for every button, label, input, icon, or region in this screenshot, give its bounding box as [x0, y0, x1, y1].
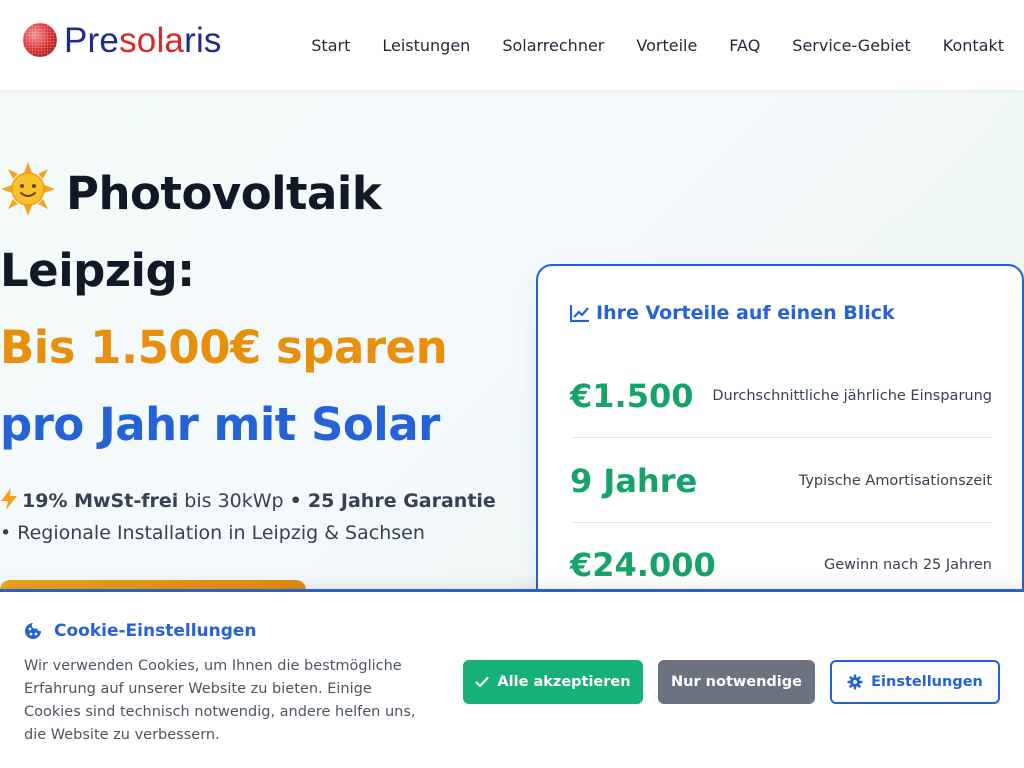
logo-sphere-icon	[23, 23, 57, 57]
stat-label: Durchschnittliche jährliche Einsparung	[712, 387, 992, 404]
site-header: Presolaris Start Leistungen Solarrechner…	[0, 0, 1024, 90]
cookie-icon	[25, 623, 41, 639]
stat-label: Gewinn nach 25 Jahren	[823, 557, 992, 573]
gear-icon	[847, 674, 863, 690]
hero-title-line-2: Leipzig:	[0, 244, 195, 297]
cookie-title: Cookie-Einstellungen	[24, 621, 257, 641]
sun-face-icon	[1, 162, 55, 216]
garantie-highlight: 25 Jahre Garantie	[307, 490, 496, 512]
stat-label: Typische Amortisationszeit	[798, 472, 992, 489]
hero-title-line-1: Photovoltaik	[0, 155, 520, 232]
stat-value: €1.500	[570, 376, 694, 415]
region-text: • Regionale Installation in Leipzig & Sa…	[0, 522, 425, 544]
lightning-bolt-icon	[1, 488, 17, 510]
stat-value: 9 Jahre	[570, 461, 698, 500]
nav-solarrechner[interactable]: Solarrechner	[502, 36, 604, 55]
main-nav: Start Leistungen Solarrechner Vorteile F…	[311, 0, 1004, 90]
stat-value: €24.000	[570, 546, 716, 584]
cookie-banner: Cookie-Einstellungen Wir verwenden Cooki…	[0, 589, 1024, 768]
line-chart-icon	[570, 305, 589, 322]
check-icon	[475, 676, 490, 688]
cookie-description: Wir verwenden Cookies, um Ihnen die best…	[24, 658, 416, 743]
accept-all-button[interactable]: Alle akzeptieren	[463, 660, 643, 704]
nav-faq[interactable]: FAQ	[729, 36, 760, 55]
logo-wordmark: Presolaris	[64, 20, 222, 60]
hero-title-solar: pro Jahr mit Solar	[0, 398, 440, 451]
nav-vorteile[interactable]: Vorteile	[636, 36, 697, 55]
nav-kontakt[interactable]: Kontakt	[943, 36, 1004, 55]
benefits-card: Ihre Vorteile auf einen Blick €1.500 Dur…	[536, 264, 1024, 604]
benefits-title: Ihre Vorteile auf einen Blick	[570, 302, 895, 324]
necessary-only-button[interactable]: Nur notwendige	[658, 660, 815, 704]
nav-leistungen[interactable]: Leistungen	[382, 36, 470, 55]
mwst-highlight: 19% MwSt-frei	[22, 490, 179, 512]
bullet-separator: •	[289, 490, 302, 512]
hero-subtitle: 19% MwSt-frei bis 30kWp • 25 Jahre Garan…	[0, 485, 520, 549]
presolaris-logo[interactable]: Presolaris	[22, 16, 222, 64]
mwst-limit: bis 30kWp	[184, 490, 284, 512]
cookie-settings-button[interactable]: Einstellungen	[830, 660, 1000, 704]
nav-start[interactable]: Start	[311, 36, 350, 55]
hero-title: Photovoltaik Leipzig: Bis 1.500€ sparen …	[0, 155, 520, 463]
stat-row-savings: €1.500 Durchschnittliche jährliche Einsp…	[570, 354, 992, 438]
hero-title-savings: Bis 1.500€ sparen	[0, 321, 448, 374]
stat-row-amortization: 9 Jahre Typische Amortisationszeit	[570, 439, 992, 523]
nav-service-gebiet[interactable]: Service-Gebiet	[792, 36, 910, 55]
